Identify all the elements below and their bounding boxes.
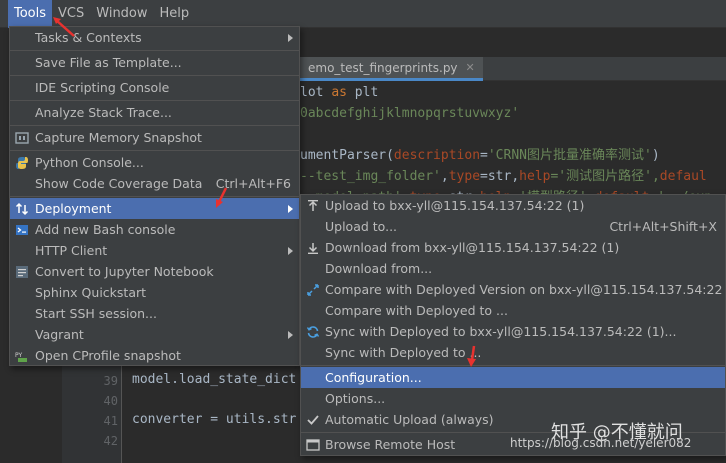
menu-item-vagrant[interactable]: Vagrant: [10, 324, 299, 345]
line-number: 39: [103, 374, 118, 388]
line-number: 40: [103, 394, 118, 408]
menu-item-jupyter[interactable]: Convert to Jupyter Notebook: [10, 261, 299, 282]
submenu-arrow-icon: [288, 204, 293, 213]
menu-separator: [10, 196, 299, 197]
deployment-icon: [14, 201, 30, 217]
menu-item-code-coverage[interactable]: Show Code Coverage Data Ctrl+Alt+F6: [10, 173, 299, 194]
submenu-arrow-icon: [288, 246, 293, 255]
menu-item-http-client[interactable]: HTTP Client: [10, 240, 299, 261]
menu-item-deployment[interactable]: Deployment: [10, 198, 299, 219]
menu-item-upload-to[interactable]: Upload to... Ctrl+Alt+Shift+X: [301, 216, 725, 237]
menu-item-analyze-stack[interactable]: Analyze Stack Trace...: [10, 102, 299, 123]
line-number: 42: [103, 434, 118, 448]
menu-item-options[interactable]: Options...: [301, 388, 725, 409]
menu-item-ide-scripting[interactable]: IDE Scripting Console: [10, 77, 299, 98]
code-line: 0abcdefghijklmnopqrstuvwxyz': [300, 106, 520, 121]
code-line: converter = utils.str: [132, 412, 297, 427]
editor-tab-label: emo_test_fingerprints.py: [308, 60, 458, 75]
menu-window[interactable]: Window: [90, 0, 153, 28]
menu-item-sync-deployed[interactable]: Sync with Deployed to ...: [301, 342, 725, 363]
memory-icon: [14, 130, 30, 146]
editor-tab-strip: emo_test_fingerprints.py ✕: [300, 57, 726, 81]
menu-separator: [10, 75, 299, 76]
menu-item-configuration[interactable]: Configuration...: [301, 367, 725, 388]
menu-item-capture-memory[interactable]: Capture Memory Snapshot: [10, 127, 299, 148]
code-editor-lower[interactable]: 39 model.load_state_dict 40 41 converter…: [62, 362, 302, 463]
menu-item-python-console[interactable]: Python Console...: [10, 152, 299, 173]
code-editor[interactable]: lot as plt 0abcdefghijklmnopqrstuvwxyz' …: [300, 82, 726, 205]
menu-separator: [301, 365, 725, 366]
annotation-arrow-icon: [53, 17, 75, 37]
deployment-submenu: Upload to bxx-yll@115.154.137.54:22 (1) …: [300, 194, 726, 456]
menu-item-download-from[interactable]: Download from...: [301, 258, 725, 279]
menu-item-cprofile[interactable]: PY Open CProfile snapshot: [10, 345, 299, 366]
code-line: --test_img_folder',type=str,help='测试图片路径…: [300, 169, 707, 184]
check-icon: [305, 412, 321, 428]
python-icon: [14, 155, 30, 171]
cprofile-icon: PY: [14, 348, 30, 364]
submenu-arrow-icon: [288, 330, 293, 339]
menu-item-sync-host[interactable]: Sync with Deployed to bxx-yll@115.154.13…: [301, 321, 725, 342]
menu-help[interactable]: Help: [154, 0, 196, 28]
menu-separator: [10, 150, 299, 151]
watermark-url: https://blog.csdn.net/yeler082: [510, 436, 692, 450]
bash-icon: [14, 222, 30, 238]
svg-text:PY: PY: [15, 352, 22, 359]
editor-tab[interactable]: emo_test_fingerprints.py ✕: [300, 57, 483, 81]
line-number: 41: [103, 414, 118, 428]
jupyter-icon: [14, 264, 30, 280]
menu-item-download-from-host[interactable]: Download from bxx-yll@115.154.137.54:22 …: [301, 237, 725, 258]
menu-item-upload-to-host[interactable]: Upload to bxx-yll@115.154.137.54:22 (1): [301, 195, 725, 216]
menu-item-compare-host[interactable]: Compare with Deployed Version on bxx-yll…: [301, 279, 726, 300]
menu-item-ssh-session[interactable]: Start SSH session...: [10, 303, 299, 324]
upload-icon: [305, 198, 321, 214]
menu-tools[interactable]: Tools: [8, 0, 53, 28]
menu-bar: Tools VCS Window Help: [0, 0, 726, 28]
browse-icon: [305, 437, 321, 453]
menu-separator: [10, 125, 299, 126]
shortcut-label: Ctrl+Alt+Shift+X: [609, 219, 717, 234]
tools-menu: Tasks & Contexts Save File as Template..…: [9, 26, 300, 366]
submenu-arrow-icon: [288, 33, 293, 42]
code-line: lot as plt: [300, 85, 379, 100]
close-icon[interactable]: ✕: [466, 61, 475, 74]
sync-icon: [305, 324, 321, 340]
menu-separator: [10, 50, 299, 51]
menu-item-save-template[interactable]: Save File as Template...: [10, 52, 299, 73]
annotation-arrow-icon: [216, 187, 228, 208]
menu-separator: [10, 100, 299, 101]
code-line: umentParser(description='CRNN图片批量准确率测试'): [300, 148, 660, 163]
download-icon: [305, 240, 321, 256]
menu-item-sphinx[interactable]: Sphinx Quickstart: [10, 282, 299, 303]
code-line: model.load_state_dict: [132, 372, 297, 387]
menu-item-bash-console[interactable]: Add new Bash console: [10, 219, 299, 240]
compare-icon: [305, 282, 321, 298]
annotation-arrow-icon: [467, 345, 476, 367]
menu-item-compare-deployed[interactable]: Compare with Deployed to ...: [301, 300, 725, 321]
